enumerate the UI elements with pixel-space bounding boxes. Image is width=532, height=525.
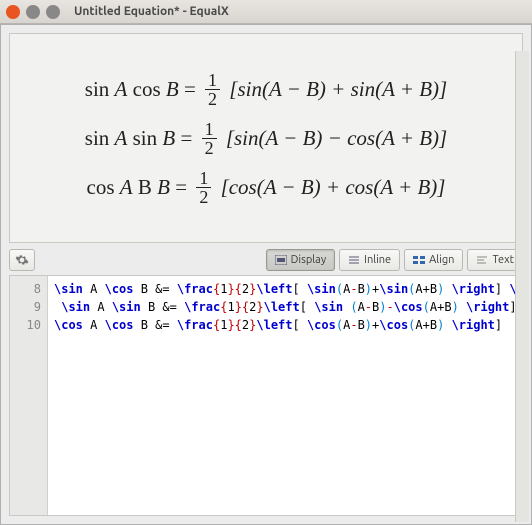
fn: sin xyxy=(85,77,110,102)
fn: cos xyxy=(133,77,161,102)
label: Text xyxy=(492,254,514,266)
window-title: Untitled Equation* - EqualX xyxy=(74,5,229,18)
gear-icon xyxy=(15,253,29,267)
fraction: 12 xyxy=(205,71,220,108)
display-mode-button[interactable]: Display xyxy=(266,249,336,271)
source-editor: 8910 \sin A \cos B &= \frac{1}{2}\left[ … xyxy=(9,275,523,516)
mode-toolbar: Display Inline Align Text xyxy=(9,249,523,271)
code-area[interactable]: \sin A \cos B &= \frac{1}{2}\left[ \sin(… xyxy=(48,276,522,515)
var: B xyxy=(166,77,179,102)
equals: = xyxy=(175,175,187,200)
equals: = xyxy=(180,126,192,151)
var: A xyxy=(115,126,128,151)
rhs: [sin(A − B) + sin(A + B)] xyxy=(229,77,447,102)
rhs: [sin(A − B) − cos(A + B)] xyxy=(226,126,447,151)
window-body: sin A cos B = 12 [sin(A − B) + sin(A + B… xyxy=(0,24,532,525)
var: B xyxy=(162,126,175,151)
text-icon xyxy=(476,255,488,265)
label: Align xyxy=(429,254,454,266)
fraction: 12 xyxy=(202,120,217,157)
fraction: 12 xyxy=(196,169,211,206)
fn: cos xyxy=(87,175,115,200)
titlebar: Untitled Equation* - EqualX xyxy=(0,0,532,24)
line-gutter: 8910 xyxy=(10,276,48,515)
fn: sin xyxy=(85,126,110,151)
rhs: [cos(A − B) + cos(A + B)] xyxy=(221,175,446,200)
code-line[interactable]: \cos A \cos B &= \frac{1}{2}\left[ \cos(… xyxy=(54,316,516,334)
vertical-scrollbar[interactable] xyxy=(515,51,529,522)
equation-row: sin A cos B = 12 [sin(A − B) + sin(A + B… xyxy=(85,71,447,108)
equation-row: sin A sin B = 12 [sin(A − B) − cos(A + B… xyxy=(85,120,447,157)
var: A xyxy=(120,175,133,200)
equals: = xyxy=(184,77,196,102)
inline-icon xyxy=(348,255,360,265)
settings-button[interactable] xyxy=(9,249,35,271)
fn: B xyxy=(138,175,152,200)
code-line[interactable]: \sin A \cos B &= \frac{1}{2}\left[ \sin(… xyxy=(54,280,516,298)
inline-mode-button[interactable]: Inline xyxy=(339,249,400,271)
fn: sin xyxy=(133,126,158,151)
label: Inline xyxy=(364,254,391,266)
equation-row: cos A B B = 12 [cos(A − B) + cos(A + B)] xyxy=(87,169,446,206)
label: Display xyxy=(291,254,327,266)
align-icon xyxy=(413,255,425,265)
minimize-button[interactable] xyxy=(26,5,40,19)
align-mode-button[interactable]: Align xyxy=(404,249,463,271)
display-icon xyxy=(275,255,287,265)
close-button[interactable] xyxy=(6,5,20,19)
var: B xyxy=(157,175,170,200)
var: A xyxy=(115,77,128,102)
equation-preview: sin A cos B = 12 [sin(A − B) + sin(A + B… xyxy=(9,33,523,243)
maximize-button[interactable] xyxy=(46,5,60,19)
code-line[interactable]: \sin A \sin B &= \frac{1}{2}\left[ \sin … xyxy=(54,298,516,316)
